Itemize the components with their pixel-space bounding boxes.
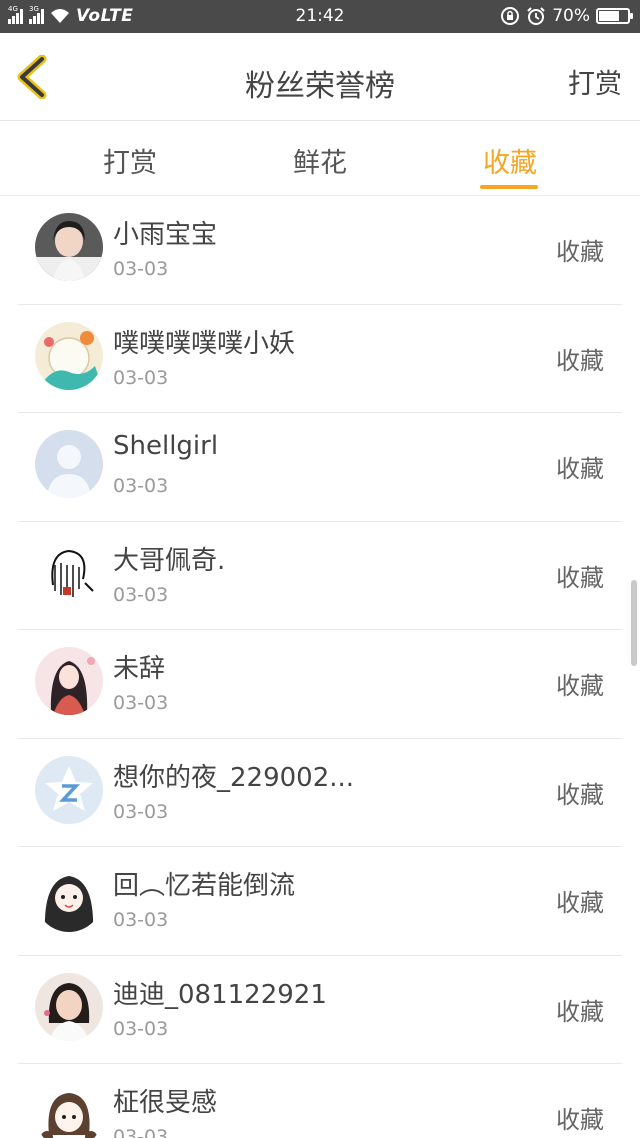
avatar: [35, 864, 103, 932]
alarm-icon: [527, 7, 545, 25]
reward-button[interactable]: 打赏: [568, 62, 622, 101]
avatar: [35, 755, 103, 824]
page-title: 粉丝荣誉榜: [245, 69, 395, 104]
avatar: [35, 1081, 103, 1138]
fan-action: 收藏: [556, 455, 604, 483]
fan-action: 收藏: [556, 780, 604, 809]
fan-date: 03-03: [113, 800, 169, 823]
fan-action: 收藏: [556, 346, 604, 375]
fan-date: 03-03: [113, 583, 169, 606]
battery-icon: [596, 8, 633, 24]
avatar: [35, 321, 103, 390]
fan-date: 03-03: [113, 692, 169, 714]
fan-action: 收藏: [556, 997, 604, 1026]
fan-name: Shellgirl: [113, 431, 219, 461]
fan-name: 柾很旻感: [113, 1088, 218, 1118]
fan-name: 小雨宝宝: [113, 220, 218, 250]
avatar: [35, 213, 103, 281]
tab-reward[interactable]: 打赏: [70, 141, 190, 180]
avatar: [35, 647, 103, 715]
list-item[interactable]: 未辞 03-03 收藏: [18, 630, 622, 739]
fan-action: 收藏: [556, 1106, 604, 1134]
fan-date: 03-03: [113, 1017, 169, 1040]
list-item[interactable]: 柾很旻感 03-03 收藏: [18, 1064, 622, 1138]
fan-list: 小雨宝宝 03-03 收藏 噗噗噗噗噗小妖 03-03 收藏 Shellgirl: [0, 196, 640, 1138]
list-item[interactable]: 回︵忆若能倒流 03-03 收藏: [18, 847, 622, 956]
fan-name: 回︵忆若能倒流: [113, 871, 296, 901]
fan-name: 大哥佩奇.: [113, 545, 226, 576]
status-bar-right: 70%: [500, 6, 633, 26]
fan-action: 收藏: [556, 889, 604, 917]
fan-action: 收藏: [556, 238, 604, 266]
fan-date: 03-03: [113, 1126, 169, 1138]
list-item[interactable]: 噗噗噗噗噗小妖 03-03 收藏: [18, 305, 622, 413]
fan-action: 收藏: [556, 672, 604, 700]
fan-date: 03-03: [113, 909, 169, 931]
active-tab-indicator: [480, 185, 538, 189]
header: 粉丝荣誉榜 打赏: [0, 33, 640, 121]
battery-percent: 70%: [552, 6, 590, 26]
scrollbar[interactable]: [631, 580, 637, 666]
list-item[interactable]: 大哥佩奇. 03-03 收藏: [18, 522, 622, 630]
fan-name: 迪迪_081122921: [113, 979, 327, 1010]
avatar: [35, 972, 103, 1041]
tab-favorites[interactable]: 收藏: [450, 141, 570, 180]
list-item[interactable]: 小雨宝宝 03-03 收藏: [18, 196, 622, 305]
tab-flowers[interactable]: 鲜花: [260, 141, 380, 180]
list-item[interactable]: 想你的夜_229002... 03-03 收藏: [18, 739, 622, 847]
fan-action: 收藏: [556, 563, 604, 592]
status-bar: 4G 3G VoLTE 21:42 70%: [0, 0, 640, 33]
avatar: [35, 538, 103, 607]
avatar: [35, 430, 103, 498]
fan-name: 未辞: [113, 654, 166, 684]
tab-bar: 打赏 鲜花 收藏: [0, 121, 640, 196]
fan-name: 噗噗噗噗噗小妖: [113, 328, 296, 359]
rotation-lock-icon: [501, 7, 520, 25]
fan-date: 03-03: [113, 475, 169, 497]
fan-date: 03-03: [113, 366, 169, 389]
list-item[interactable]: 迪迪_081122921 03-03 收藏: [18, 956, 622, 1064]
battery-fill: [599, 11, 619, 21]
fan-date: 03-03: [113, 258, 169, 280]
fan-name: 想你的夜_229002...: [113, 762, 355, 793]
list-item[interactable]: Shellgirl 03-03 收藏: [18, 413, 622, 522]
